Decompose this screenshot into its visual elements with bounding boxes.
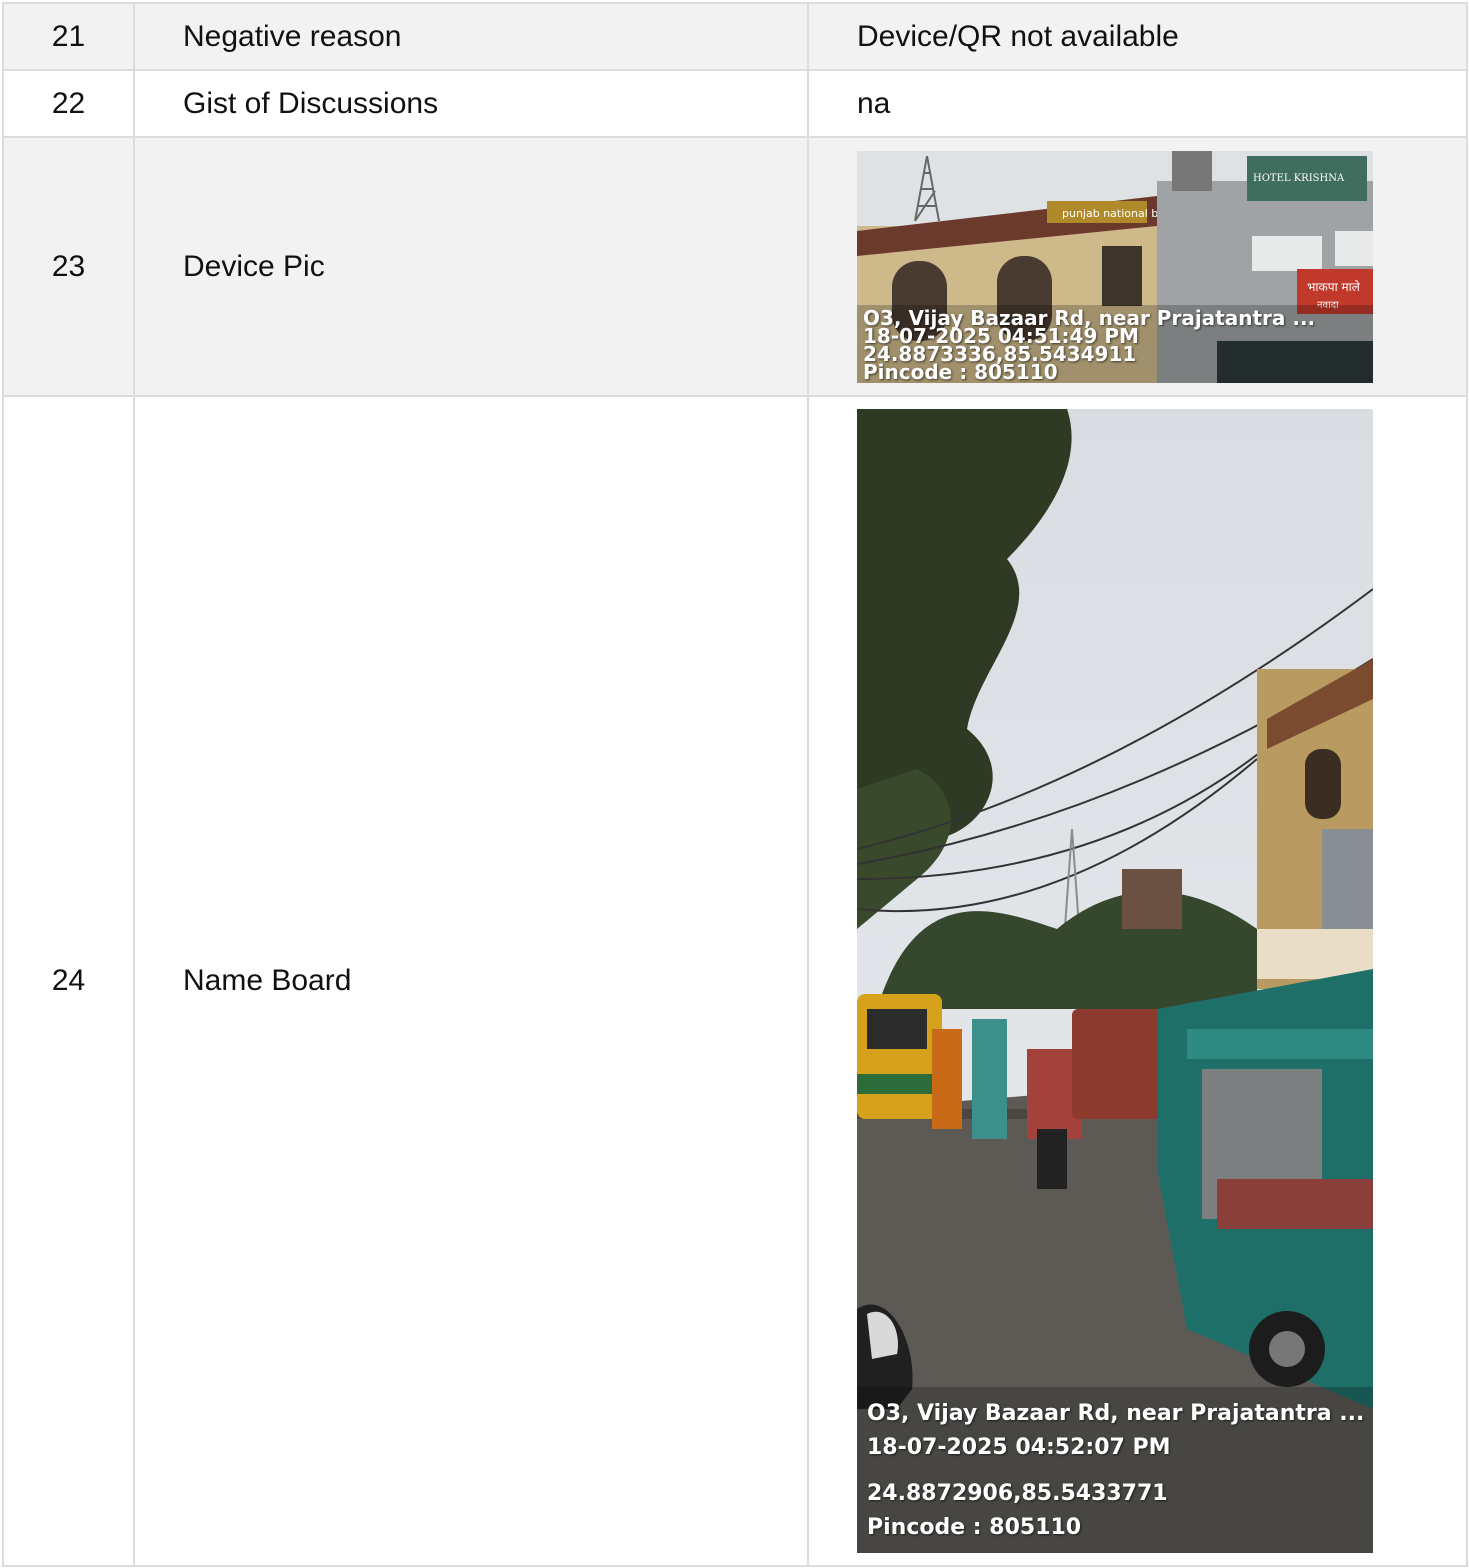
device-photo[interactable]: punjab national bank HOTEL KRISHNA भाकपा… xyxy=(857,150,1373,383)
hotel-sign-text: HOTEL KRISHNA xyxy=(1253,173,1345,184)
table-row: 24 Name Board O3, Vijay Bazaar Rd, near … xyxy=(2,395,1468,1567)
row-label: Device Pic xyxy=(133,136,809,397)
table-row: 22 Gist of Discussions na xyxy=(2,69,1468,138)
row-value: punjab national bank HOTEL KRISHNA भाकपा… xyxy=(807,136,1468,397)
row-label: Gist of Discussions xyxy=(133,69,809,138)
name-board-photo[interactable]: O3, Vijay Bazaar Rd, near Prajatantra ..… xyxy=(857,409,1373,1553)
row-value: Device/QR not available xyxy=(807,2,1468,71)
row-label: Name Board xyxy=(133,395,809,1567)
photo-datetime: 18-07-2025 04:52:07 PM xyxy=(867,1435,1171,1460)
party-sign-text: भाकपा माले xyxy=(1307,280,1361,294)
report-table: 21 Negative reason Device/QR not availab… xyxy=(2,2,1468,1567)
row-number: 21 xyxy=(2,2,135,71)
photo-address: O3, Vijay Bazaar Rd, near Prajatantra ..… xyxy=(867,1401,1365,1426)
photo-coordinates: 24.8872906,85.5433771 xyxy=(867,1481,1168,1506)
row-number: 23 xyxy=(2,136,135,397)
row-value: O3, Vijay Bazaar Rd, near Prajatantra ..… xyxy=(807,395,1468,1567)
row-number: 22 xyxy=(2,69,135,138)
photo-pincode: Pincode : 805110 xyxy=(867,1515,1082,1540)
table-row: 21 Negative reason Device/QR not availab… xyxy=(2,2,1468,71)
photo-stamp: O3, Vijay Bazaar Rd, near Prajatantra ..… xyxy=(857,304,1373,383)
row-number: 24 xyxy=(2,395,135,1567)
row-label: Negative reason xyxy=(133,2,809,71)
photo-stamp: O3, Vijay Bazaar Rd, near Prajatantra ..… xyxy=(857,1387,1373,1553)
row-value: na xyxy=(807,69,1468,138)
table-row: 23 Device Pic punjab national bank HOTEL… xyxy=(2,136,1468,397)
name-board-photo-image xyxy=(857,409,1373,1553)
